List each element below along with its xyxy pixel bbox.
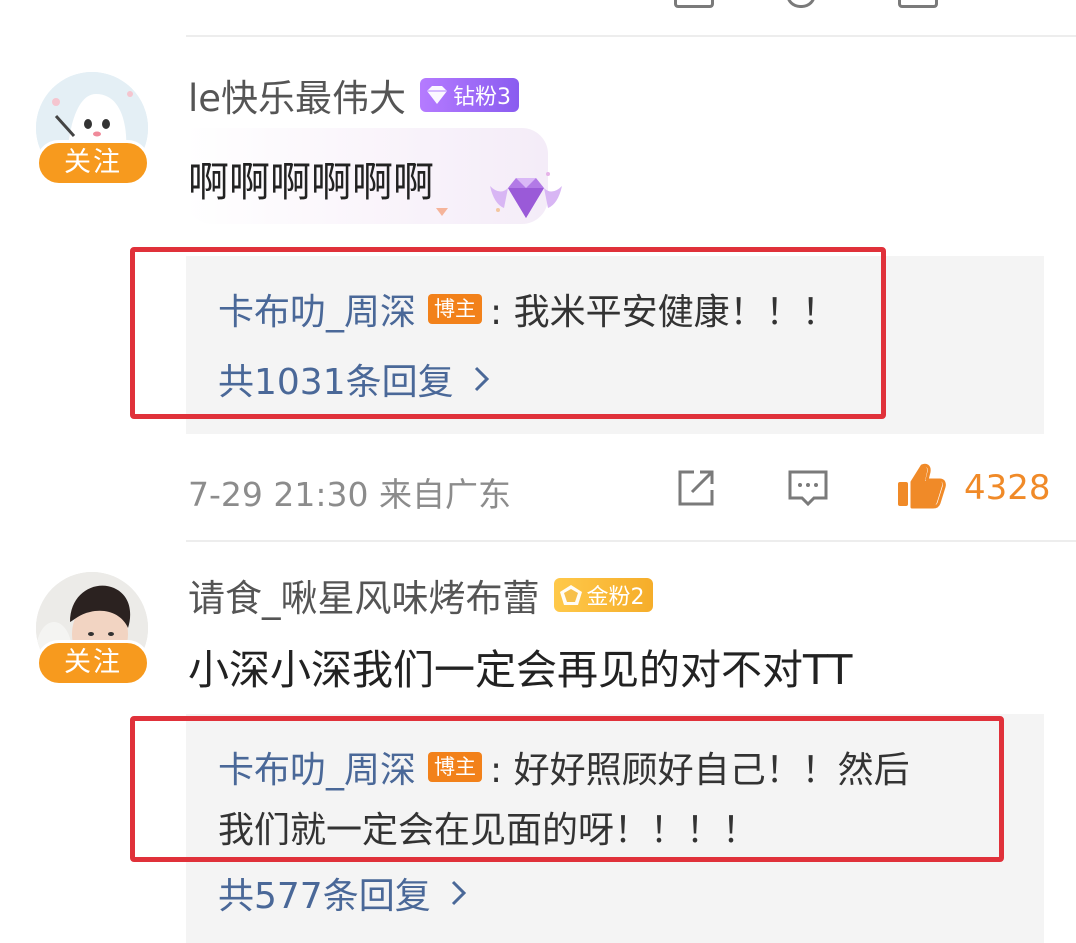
like-count: 4328: [964, 468, 1051, 508]
divider: [186, 540, 1076, 542]
fan-badge[interactable]: 钻粉3: [420, 78, 520, 112]
comment-text: 啊啊啊啊啊啊: [188, 158, 434, 206]
diamond-gem-icon: [490, 172, 562, 218]
thumbs-up-icon[interactable]: [898, 0, 938, 8]
highlight-frame: [130, 716, 1004, 862]
gold-gem-icon: [559, 585, 582, 605]
comment-text: 小深小深我们一定会再见的对不对TT: [188, 646, 853, 694]
comment-icon[interactable]: [786, 466, 830, 510]
follow-button[interactable]: 关注: [36, 140, 150, 186]
thumbs-up-icon[interactable]: [896, 462, 946, 510]
comment-icon[interactable]: [786, 0, 816, 8]
avatar[interactable]: 关注: [36, 72, 152, 188]
username[interactable]: 请食_啾星风味烤布蕾: [188, 568, 540, 622]
diamond-gem-icon: [427, 86, 448, 104]
sparkle-icon: [436, 208, 448, 216]
share-icon[interactable]: [674, 466, 718, 510]
avatar[interactable]: 关注: [36, 572, 152, 688]
fan-badge-label: 金粉2: [586, 585, 645, 610]
follow-button[interactable]: 关注: [36, 640, 150, 686]
fan-badge[interactable]: 金粉2: [553, 578, 653, 612]
comment-actions: 7-29 21:30 来自广东 4328: [188, 462, 1051, 514]
comment-thread: 关注 le快乐最伟大 钻粉3 啊啊啊啊啊啊 卡布叻_周深 博主 : 我米平安健康…: [0, 0, 1076, 943]
username[interactable]: le快乐最伟大: [188, 68, 406, 122]
time-location: 7-29 21:30 来自广东: [188, 475, 511, 514]
username-line: 请食_啾星风味烤布蕾 金粉2: [188, 572, 653, 620]
reply-count-label: 共577条回复: [218, 876, 431, 917]
highlight-frame: [130, 247, 886, 419]
previous-comment-actions: [186, 0, 1046, 14]
divider: [186, 35, 1076, 37]
chevron-right-icon: [451, 880, 466, 906]
reply-count-link[interactable]: 共577条回复: [218, 870, 471, 917]
fan-badge-label: 钻粉3: [453, 85, 512, 110]
username-line: le快乐最伟大 钻粉3: [188, 72, 520, 120]
share-icon[interactable]: [674, 0, 714, 8]
